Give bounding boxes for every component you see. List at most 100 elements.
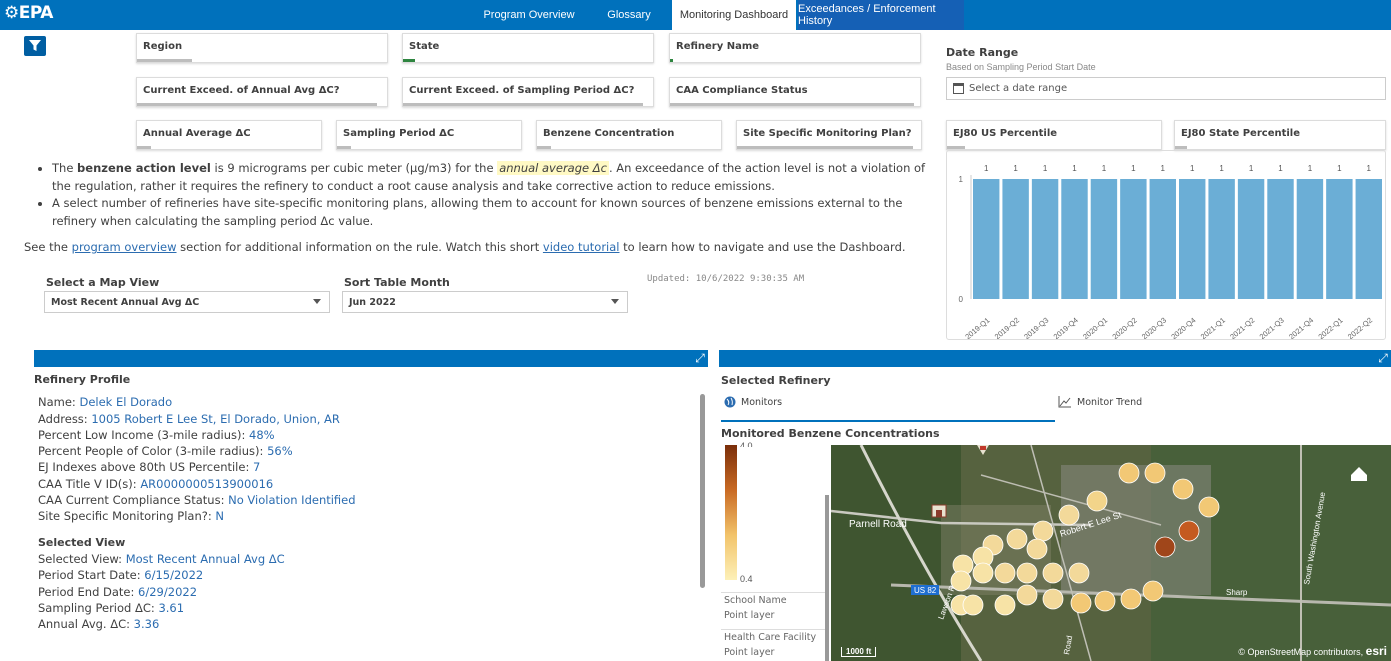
monitor-point[interactable] <box>1042 588 1064 610</box>
bar[interactable] <box>1031 179 1059 299</box>
layer-school[interactable]: School Name Point layer <box>721 592 827 623</box>
bar-value-label: 1 <box>1161 164 1166 173</box>
bar-value-label: 1 <box>1190 164 1195 173</box>
filter-label: Current Exceed. of Sampling Period ΔC? <box>409 85 635 96</box>
filter-label: Sampling Period ΔC <box>343 128 455 139</box>
monitor-point[interactable] <box>1144 462 1166 484</box>
monitor-point[interactable] <box>1042 562 1064 584</box>
tab-monitors[interactable]: Monitors <box>724 396 782 408</box>
profile-field-row: Address: 1005 Robert E Lee St, El Dorado… <box>38 411 688 427</box>
filter-caa-compliance[interactable]: CAA Compliance Status <box>669 77 921 107</box>
monitor-point[interactable] <box>972 562 994 584</box>
program-overview-link[interactable]: program overview <box>72 240 177 254</box>
expand-icon[interactable]: ⤢ <box>694 352 706 364</box>
field-label: Percent Low Income (3-mile radius): <box>38 427 250 442</box>
field-label: Annual Avg. ΔC: <box>38 617 134 632</box>
filter-annual-exceedance[interactable]: Current Exceed. of Annual Avg ΔC? <box>136 77 388 107</box>
map-canvas[interactable]: Parnell Road Robert E Lee St US 82 Sharp… <box>831 445 1391 661</box>
profile-field-row: Selected View: Most Recent Annual Avg ΔC <box>38 551 688 567</box>
profile-field-row: Annual Avg. ΔC: 3.36 <box>38 616 688 632</box>
filter-site-specific-plan[interactable]: Site Specific Monitoring Plan? <box>736 120 922 150</box>
profile-field-row: Site Specific Monitoring Plan?: N <box>38 508 688 524</box>
monitor-point[interactable] <box>950 570 972 592</box>
filter-refinery-name[interactable]: Refinery Name <box>669 33 921 63</box>
monitor-point[interactable] <box>994 562 1016 584</box>
bar[interactable] <box>1002 179 1029 299</box>
bar[interactable] <box>1326 179 1353 299</box>
bar-value-label: 1 <box>1043 164 1048 173</box>
filter-region[interactable]: Region <box>136 33 388 63</box>
monitor-point[interactable] <box>962 594 984 616</box>
bar[interactable] <box>1296 179 1324 299</box>
filter-state[interactable]: State <box>402 33 654 63</box>
bar[interactable] <box>1149 179 1176 299</box>
monitor-point[interactable] <box>1026 538 1048 560</box>
layer-scrollbar[interactable] <box>825 495 829 661</box>
filter-toggle-button[interactable] <box>24 36 46 56</box>
monitor-point[interactable] <box>1094 590 1116 612</box>
filter-label: Refinery Name <box>676 41 760 52</box>
x-tick-label: 2021-Q1 <box>1199 316 1227 340</box>
monitor-point[interactable] <box>1070 592 1092 614</box>
filter-sampling-period[interactable]: Sampling Period ΔC <box>336 120 522 150</box>
bar[interactable] <box>1267 179 1294 299</box>
monitor-point[interactable] <box>1142 580 1164 602</box>
epa-logo[interactable]: ⚙EPA <box>4 3 53 23</box>
monitor-point[interactable] <box>1016 584 1038 606</box>
date-range-input[interactable]: Select a date range <box>946 77 1386 100</box>
map-scale-bar: 1000 ft <box>841 647 877 657</box>
profile-field-row: Name: Delek El Dorado <box>38 394 688 410</box>
profile-fields: Name: Delek El Dorado Address: 1005 Rober… <box>38 394 688 524</box>
filter-annual-average[interactable]: Annual Average ΔC <box>136 120 322 150</box>
monitor-point[interactable] <box>1172 478 1194 500</box>
monitor-point[interactable] <box>1016 562 1038 584</box>
monitor-point[interactable] <box>1154 536 1176 558</box>
monitor-point[interactable] <box>1178 520 1200 542</box>
school-marker-icon[interactable] <box>931 504 947 518</box>
bar[interactable] <box>973 179 1000 299</box>
info-bullets: The benzene action level is 9 micrograms… <box>36 160 941 230</box>
nav-program-overview[interactable]: Program Overview <box>474 0 584 30</box>
layer-health-care[interactable]: Health Care Facility Point layer <box>721 629 827 660</box>
bar[interactable] <box>1120 179 1147 299</box>
filter-ej80-us[interactable]: EJ80 US Percentile <box>946 120 1162 150</box>
monitor-point[interactable] <box>1032 520 1054 542</box>
bar-value-label: 1 <box>1337 164 1342 173</box>
selected-refinery-title: Selected Refinery <box>721 374 831 387</box>
filter-sampling-exceedance[interactable]: Current Exceed. of Sampling Period ΔC? <box>402 77 654 107</box>
field-label: CAA Current Compliance Status: <box>38 493 229 508</box>
monitor-point[interactable] <box>1086 490 1108 512</box>
monitor-point[interactable] <box>1006 528 1028 550</box>
nav-glossary[interactable]: Glossary <box>596 0 662 30</box>
tab-monitor-trend[interactable]: Monitor Trend <box>1058 396 1142 408</box>
refinery-map[interactable]: Parnell Road Robert E Lee St US 82 Sharp… <box>831 445 1391 661</box>
field-value: Most Recent Annual Avg ΔC <box>125 551 285 566</box>
nav-exceedances[interactable]: Exceedances / Enforcement History <box>798 0 964 30</box>
see-program-line: See the program overview section for add… <box>24 240 906 254</box>
y-tick-label: 0 <box>959 295 964 304</box>
monitor-point[interactable] <box>1198 496 1220 518</box>
expand-icon[interactable]: ⤢ <box>1377 352 1389 364</box>
bar-value-label: 1 <box>1219 164 1224 173</box>
filter-ej80-state[interactable]: EJ80 State Percentile <box>1174 120 1386 150</box>
bar[interactable] <box>1355 179 1382 299</box>
bar[interactable] <box>1208 179 1235 299</box>
bar[interactable] <box>1179 179 1206 299</box>
monitor-point[interactable] <box>1118 462 1140 484</box>
field-value: 6/29/2022 <box>138 584 198 599</box>
sort-month-select[interactable]: Jun 2022 <box>342 291 628 313</box>
bar[interactable] <box>1061 179 1088 299</box>
monitor-point[interactable] <box>994 594 1016 616</box>
monitor-point[interactable] <box>1068 562 1090 584</box>
monitor-point[interactable] <box>1120 588 1142 610</box>
monitor-point[interactable] <box>1058 504 1080 526</box>
profile-title: Refinery Profile <box>34 373 131 386</box>
map-view-select[interactable]: Most Recent Annual Avg ΔC <box>44 291 330 313</box>
video-tutorial-link[interactable]: video tutorial <box>543 240 620 254</box>
field-value: N <box>215 509 225 524</box>
bar[interactable] <box>1237 179 1265 299</box>
nav-monitoring-dashboard[interactable]: Monitoring Dashboard <box>672 0 796 30</box>
filter-benzene-concentration[interactable]: Benzene Concentration <box>536 120 722 150</box>
profile-scrollbar[interactable] <box>700 394 705 588</box>
bar[interactable] <box>1090 179 1118 299</box>
